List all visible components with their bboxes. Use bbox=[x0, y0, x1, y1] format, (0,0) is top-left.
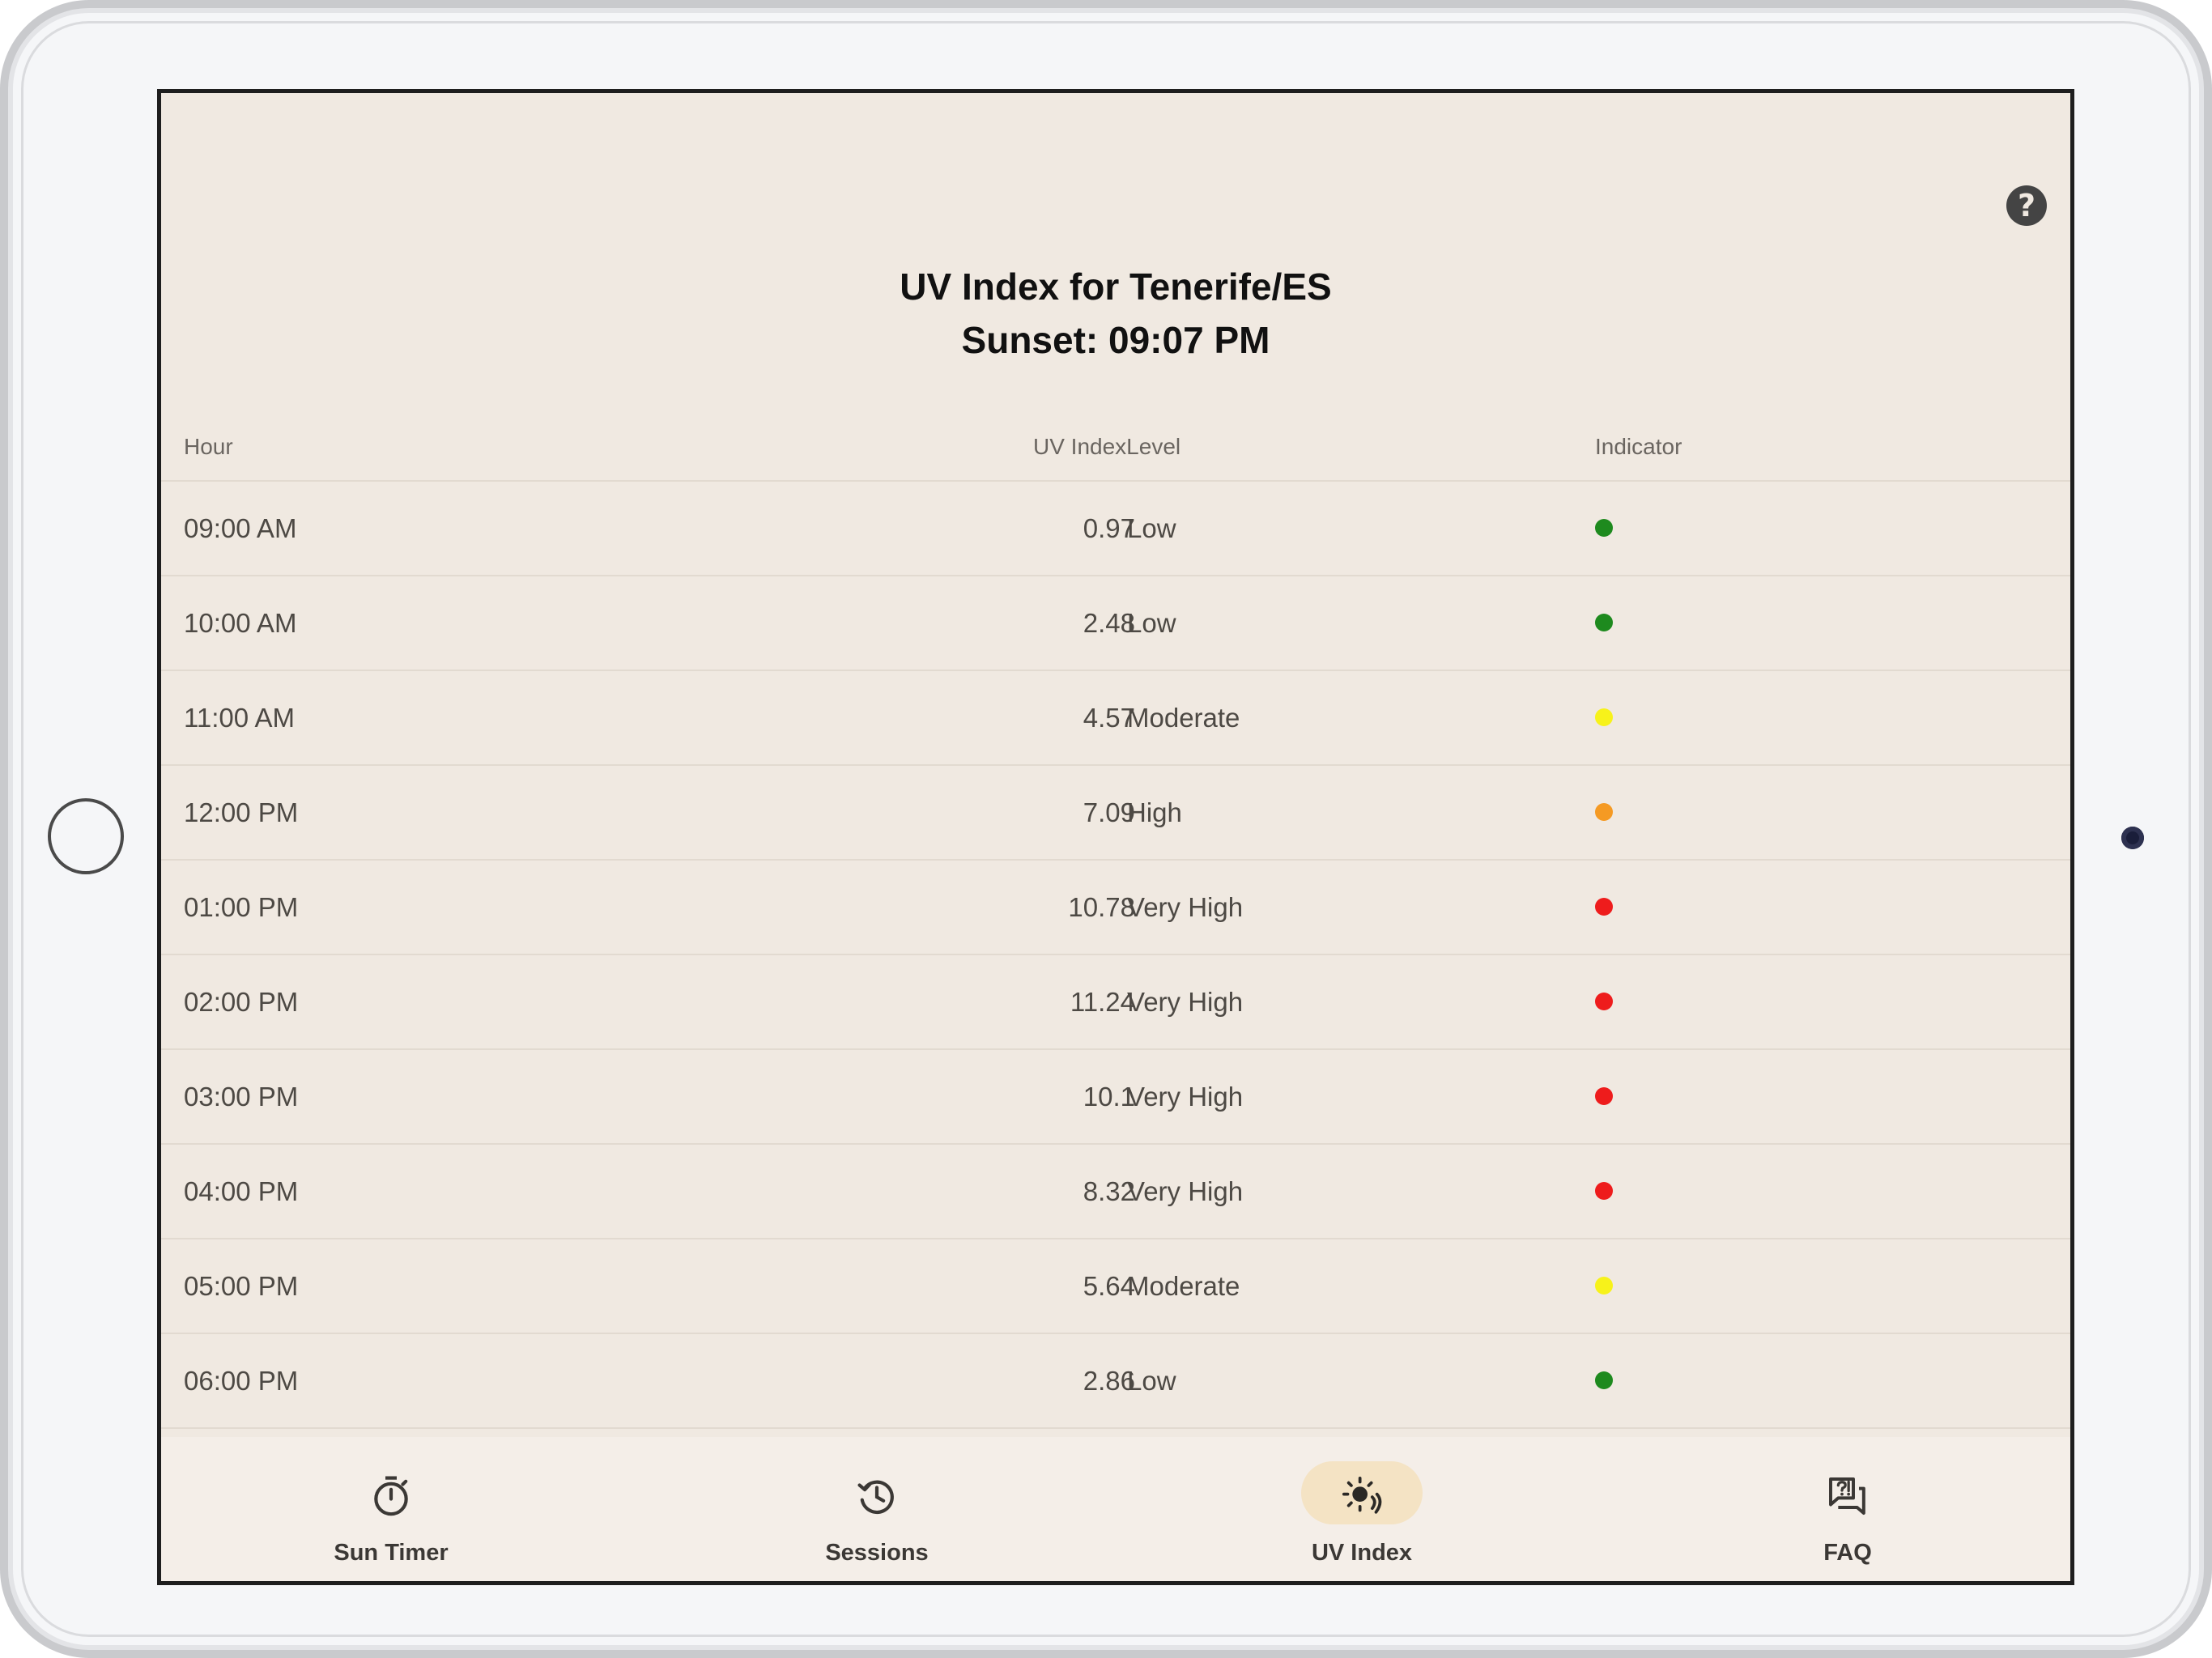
table-row: 03:00 PM 10.1 Very High bbox=[161, 1050, 2070, 1145]
indicator-dot bbox=[1595, 708, 1613, 726]
indicator-dot bbox=[1595, 1277, 1613, 1295]
row-uv-level: Very High bbox=[1127, 1082, 1244, 1112]
nav-label: Sun Timer bbox=[334, 1540, 449, 1566]
table-row: 04:00 PM 8.32 Very High bbox=[161, 1145, 2070, 1239]
indicator-dot bbox=[1595, 803, 1613, 821]
nav-item-sessions[interactable]: Sessions bbox=[715, 1437, 1039, 1581]
home-button[interactable] bbox=[48, 798, 124, 874]
row-uv-level: Low bbox=[1127, 513, 1176, 543]
row-uv-level: Moderate bbox=[1127, 703, 1240, 733]
indicator-dot bbox=[1595, 519, 1613, 537]
row-hour: 11:00 AM bbox=[184, 703, 295, 733]
row-uv-level: Low bbox=[1127, 608, 1176, 638]
faq-icon bbox=[1829, 1477, 1865, 1515]
row-hour: 10:00 AM bbox=[184, 608, 297, 638]
page-title: UV Index for Tenerife/ES bbox=[900, 266, 1332, 308]
indicator-dot bbox=[1595, 1182, 1613, 1200]
stopwatch-icon bbox=[374, 1476, 408, 1516]
row-hour: 05:00 PM bbox=[184, 1271, 299, 1301]
indicator-dot bbox=[1595, 614, 1613, 631]
indicator-dot bbox=[1595, 1371, 1613, 1389]
nav-label: Sessions bbox=[825, 1540, 929, 1566]
camera-icon bbox=[2121, 827, 2144, 849]
table-row: 10:00 AM 2.48 Low bbox=[161, 576, 2070, 671]
indicator-dot bbox=[1595, 993, 1613, 1010]
table-row: 12:00 PM 7.09 High bbox=[161, 766, 2070, 861]
column-header-indicator: Indicator bbox=[1595, 434, 1682, 459]
table-row: 09:00 AM 0.97 Low bbox=[161, 482, 2070, 576]
nav-label: FAQ bbox=[1823, 1540, 1872, 1566]
row-uv-value: 10.78 bbox=[1068, 892, 1135, 922]
table-row: 06:00 PM 2.86 Low bbox=[161, 1334, 2070, 1429]
row-hour: 03:00 PM bbox=[184, 1082, 299, 1112]
sunset-time: Sunset: 09:07 PM bbox=[961, 319, 1270, 361]
help-circle-icon[interactable]: ? bbox=[2006, 185, 2047, 226]
row-hour: 09:00 AM bbox=[184, 513, 297, 543]
table-row: 01:00 PM 10.78 Very High bbox=[161, 861, 2070, 955]
row-uv-level: Very High bbox=[1127, 892, 1244, 922]
row-uv-value: 11.24 bbox=[1070, 987, 1135, 1017]
table-row: 11:00 AM 4.57 Moderate bbox=[161, 671, 2070, 766]
table-row: 05:00 PM 5.64 Moderate bbox=[161, 1239, 2070, 1334]
history-icon bbox=[857, 1480, 894, 1515]
nav-item-sun-timer[interactable]: Sun Timer bbox=[229, 1437, 553, 1581]
column-header-hour: Hour bbox=[184, 434, 233, 459]
table-row: 02:00 PM 11.24 Very High bbox=[161, 955, 2070, 1050]
nav-label: UV Index bbox=[1311, 1540, 1413, 1566]
row-hour: 02:00 PM bbox=[184, 987, 299, 1017]
row-uv-level: Very High bbox=[1127, 987, 1244, 1017]
indicator-dot bbox=[1595, 1087, 1613, 1105]
table-header: Hour UV IndexLevel Indicator bbox=[161, 413, 2070, 482]
row-uv-level: High bbox=[1127, 797, 1182, 827]
row-hour: 01:00 PM bbox=[184, 892, 299, 922]
indicator-dot bbox=[1595, 898, 1613, 916]
row-uv-level: Very High bbox=[1127, 1176, 1244, 1206]
bottom-navigation: Sun Timer Sessions UV Index FAQ bbox=[161, 1437, 2070, 1581]
row-uv-level: Moderate bbox=[1127, 1271, 1240, 1301]
nav-item-faq[interactable]: FAQ bbox=[1686, 1437, 2010, 1581]
nav-item-uv-index[interactable]: UV Index bbox=[1200, 1437, 1524, 1581]
tablet-frame: ? UV Index for Tenerife/ES Sunset: 09:07… bbox=[0, 0, 2212, 1658]
sun-uv-icon bbox=[1342, 1476, 1382, 1514]
row-hour: 06:00 PM bbox=[184, 1366, 299, 1396]
app-screen: ? UV Index for Tenerife/ES Sunset: 09:07… bbox=[157, 89, 2074, 1585]
column-header-uv-index-level: UV IndexLevel bbox=[1033, 434, 1181, 459]
row-uv-level: Low bbox=[1127, 1366, 1176, 1396]
row-hour: 04:00 PM bbox=[184, 1176, 299, 1206]
uv-table-body: 09:00 AM 0.97 Low 10:00 AM 2.48 Low 11:0… bbox=[161, 482, 2070, 1429]
row-hour: 12:00 PM bbox=[184, 797, 299, 827]
